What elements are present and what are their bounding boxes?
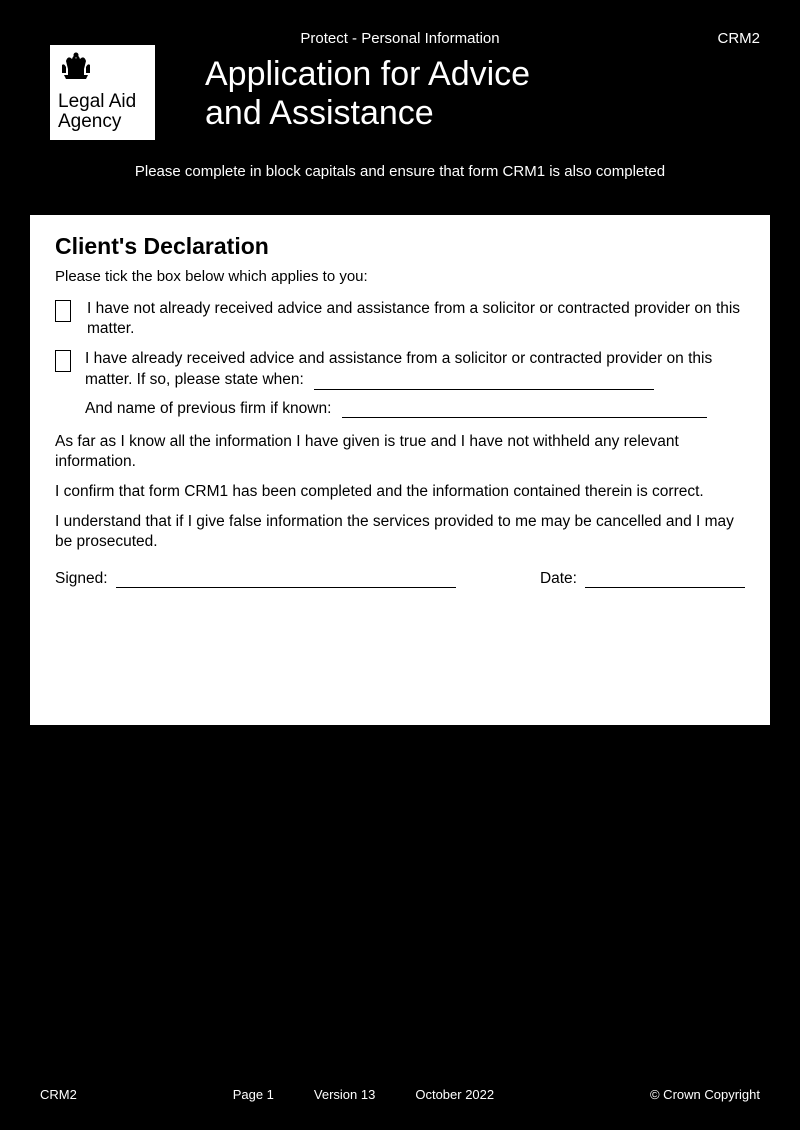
form-header: Protect - Personal Information CRM2 Lega…	[0, 0, 800, 200]
footer-date: October 2022	[415, 1087, 494, 1102]
signature-row: Signed: Date:	[55, 570, 745, 588]
declaration-panel: Client's Declaration Please tick the box…	[30, 215, 770, 725]
date-input-line[interactable]	[585, 574, 745, 588]
signed-input-line[interactable]	[116, 574, 456, 588]
declaration-para-3: I understand that if I give false inform…	[55, 512, 745, 552]
logo-text-line1: Legal Aid	[58, 92, 147, 112]
signed-field: Signed:	[55, 570, 456, 588]
footer-version: Version 13	[314, 1087, 375, 1102]
date-field: Date:	[540, 570, 745, 588]
title-line2: and Assistance	[205, 94, 760, 133]
firm-input-line[interactable]	[342, 403, 707, 418]
logo-text-line2: Agency	[58, 112, 147, 132]
signed-label: Signed:	[55, 570, 108, 588]
tick-instruction: Please tick the box below which applies …	[55, 268, 745, 285]
declaration-para-1: As far as I know all the information I h…	[55, 432, 745, 472]
option-not-received-text: I have not already received advice and a…	[87, 299, 745, 339]
option-not-received: I have not already received advice and a…	[55, 299, 745, 339]
form-title: Application for Advice and Assistance	[205, 55, 760, 133]
footer-page: Page 1	[233, 1087, 274, 1102]
crown-crest-icon	[56, 49, 96, 81]
declaration-para-2: I confirm that form CRM1 has been comple…	[55, 482, 745, 502]
completion-instruction: Please complete in block capitals and en…	[40, 163, 760, 180]
date-label: Date:	[540, 570, 577, 588]
option-already-received-text: I have already received advice and assis…	[85, 349, 745, 389]
footer-form-code: CRM2	[40, 1087, 77, 1102]
checkbox-not-received[interactable]	[55, 300, 71, 322]
checkbox-already-received[interactable]	[55, 350, 71, 372]
option-already-received: I have already received advice and assis…	[55, 349, 745, 389]
form-code-top: CRM2	[717, 30, 760, 47]
page-footer: CRM2 Page 1 Version 13 October 2022 © Cr…	[0, 1087, 800, 1102]
when-input-line[interactable]	[314, 375, 654, 390]
footer-copyright: © Crown Copyright	[650, 1087, 760, 1102]
previous-firm-row: And name of previous firm if known:	[55, 400, 745, 418]
previous-firm-label: And name of previous firm if known:	[85, 400, 331, 417]
section-heading: Client's Declaration	[55, 233, 745, 260]
agency-logo: Legal Aid Agency	[50, 45, 155, 140]
title-line1: Application for Advice	[205, 55, 760, 94]
